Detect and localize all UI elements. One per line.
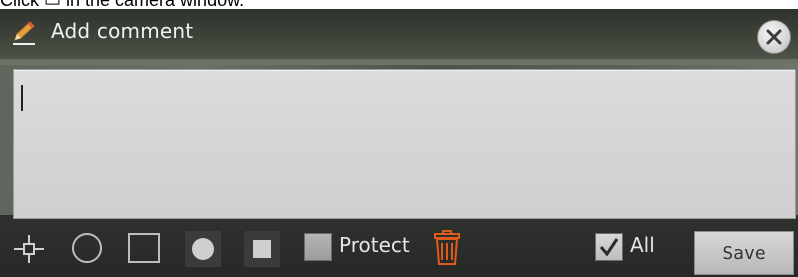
save-button[interactable]: Save bbox=[694, 231, 794, 275]
instruction-text: Click ▭ in the camera window. bbox=[0, 0, 244, 9]
all-label: All bbox=[630, 233, 655, 257]
circle-outline-icon bbox=[72, 233, 102, 263]
close-icon bbox=[766, 29, 782, 45]
pencil-icon bbox=[10, 20, 38, 46]
document-strip: Click ▭ in the camera window. bbox=[0, 0, 798, 9]
circle-filled-tool[interactable] bbox=[185, 231, 221, 267]
move-tool[interactable] bbox=[12, 233, 46, 265]
protect-label: Protect bbox=[339, 233, 410, 257]
square-outline-icon bbox=[128, 233, 160, 263]
rectangle-outline-tool[interactable] bbox=[126, 231, 162, 265]
dialog-title: Add comment bbox=[51, 19, 194, 43]
comment-input[interactable] bbox=[13, 69, 796, 219]
circle-filled-icon bbox=[192, 238, 214, 260]
text-caret bbox=[21, 85, 23, 111]
add-comment-dialog: Add comment Protect All Save bbox=[0, 9, 798, 277]
all-checkbox[interactable] bbox=[595, 233, 623, 261]
close-button[interactable] bbox=[757, 20, 791, 54]
checkmark-icon bbox=[599, 238, 619, 257]
trash-icon bbox=[434, 230, 460, 265]
dialog-title-bar: Add comment bbox=[0, 9, 798, 59]
delete-button[interactable] bbox=[431, 230, 463, 266]
protect-checkbox[interactable] bbox=[304, 233, 332, 261]
rectangle-filled-tool[interactable] bbox=[244, 231, 280, 267]
circle-outline-tool[interactable] bbox=[70, 231, 104, 265]
crosshair-move-icon bbox=[14, 235, 44, 263]
annotation-toolbar: Protect All Save bbox=[0, 219, 798, 277]
square-filled-icon bbox=[253, 240, 271, 258]
